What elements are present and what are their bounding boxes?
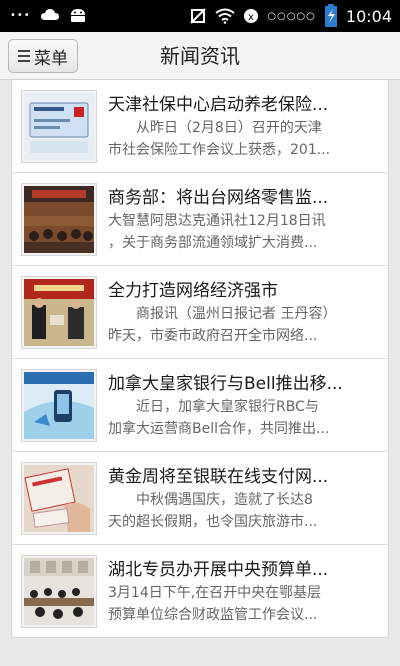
summary-line: 昨天，市委市政府召开全市网络...: [108, 328, 318, 344]
summary-line: 天的超长假期，也令国庆旅游市...: [108, 514, 318, 530]
battery-icon: [324, 4, 337, 27]
summary-line: 商报讯（温州日报记者 王丹容）: [136, 306, 337, 322]
news-item[interactable]: 天津社保中心启动养老保险... 从昨日（2月8日）召开的天津 市社会保险工作会议…: [12, 80, 388, 173]
news-thumbnail: [21, 369, 97, 442]
news-list[interactable]: 天津社保中心启动养老保险... 从昨日（2月8日）召开的天津 市社会保险工作会议…: [11, 80, 389, 638]
signal-icon: ○○○○○: [267, 10, 316, 22]
news-summary: 中秋偶遇国庆，造就了长达8 天的超长假期，也令国庆旅游市...: [108, 489, 380, 533]
summary-line: 从昨日（2月8日）召开的天津: [136, 120, 322, 136]
news-title: 全力打造网络经济强市: [108, 281, 278, 301]
mute-icon: [190, 8, 206, 24]
news-item[interactable]: 加拿大皇家银行与Bell推出移... 近日，加拿大皇家银行RBC与 加拿大运营商…: [12, 359, 388, 452]
summary-line: 3月14日下午,在召开中央在鄂基层: [108, 585, 322, 601]
news-summary: 从昨日（2月8日）召开的天津 市社会保险工作会议上获悉，201...: [108, 117, 380, 161]
news-thumbnail: [21, 462, 97, 535]
news-title: 商务部：将出台网络零售监...: [108, 188, 329, 208]
svg-text:x: x: [248, 12, 254, 23]
news-summary: 近日，加拿大皇家银行RBC与 加拿大运营商Bell合作，共同推出...: [108, 396, 380, 440]
news-item[interactable]: 湖北专员办开展中央预算单... 3月14日下午,在召开中央在鄂基层 预算单位综合…: [12, 545, 388, 637]
news-title: 加拿大皇家银行与Bell推出移...: [108, 374, 343, 394]
news-summary: 3月14日下午,在召开中央在鄂基层 预算单位综合财政监管工作会议...: [108, 582, 380, 626]
summary-line: 大智慧阿思达克通讯社12月18日讯: [108, 213, 326, 229]
news-item[interactable]: 全力打造网络经济强市 商报讯（温州日报记者 王丹容） 昨天，市委市政府召开全市网…: [12, 266, 388, 359]
status-bar: ••• x ○○○○○ 10:04: [0, 0, 400, 32]
menu-label: 菜单: [34, 48, 68, 69]
android-icon: [70, 9, 85, 22]
news-thumbnail: [21, 555, 97, 628]
news-thumbnail: [21, 90, 97, 163]
wifi-icon: [215, 8, 235, 24]
summary-line: 近日，加拿大皇家银行RBC与: [136, 399, 319, 415]
news-item[interactable]: 黄金周将至银联在线支付网... 中秋偶遇国庆，造就了长达8 天的超长假期，也令国…: [12, 452, 388, 545]
summary-line: 加拿大运营商Bell合作，共同推出...: [108, 421, 330, 437]
sim-icon: x: [244, 9, 259, 23]
menu-icon: [18, 50, 30, 62]
summary-line: 市社会保险工作会议上获悉，201...: [108, 142, 331, 158]
cloud-icon: [40, 9, 59, 20]
news-thumbnail: [21, 183, 97, 256]
news-item[interactable]: 商务部：将出台网络零售监... 大智慧阿思达克通讯社12月18日讯 ，关于商务部…: [12, 173, 388, 266]
app-header: 菜单 新闻资讯: [0, 32, 400, 80]
clock: 10:04: [345, 6, 392, 26]
news-title: 天津社保中心启动养老保险...: [108, 95, 329, 115]
news-thumbnail: [21, 276, 97, 349]
news-summary: 大智慧阿思达克通讯社12月18日讯 ，关于商务部流通领域扩大消费...: [108, 210, 380, 254]
summary-line: 中秋偶遇国庆，造就了长达8: [136, 492, 313, 508]
dots-icon: •••: [10, 9, 31, 21]
news-summary: 商报讯（温州日报记者 王丹容） 昨天，市委市政府召开全市网络...: [108, 303, 380, 347]
menu-button[interactable]: 菜单: [8, 39, 78, 73]
summary-line: 预算单位综合财政监管工作会议...: [108, 607, 318, 623]
news-title: 黄金周将至银联在线支付网...: [108, 467, 329, 487]
summary-line: ，关于商务部流通领域扩大消费...: [108, 235, 318, 251]
news-title: 湖北专员办开展中央预算单...: [108, 560, 329, 580]
